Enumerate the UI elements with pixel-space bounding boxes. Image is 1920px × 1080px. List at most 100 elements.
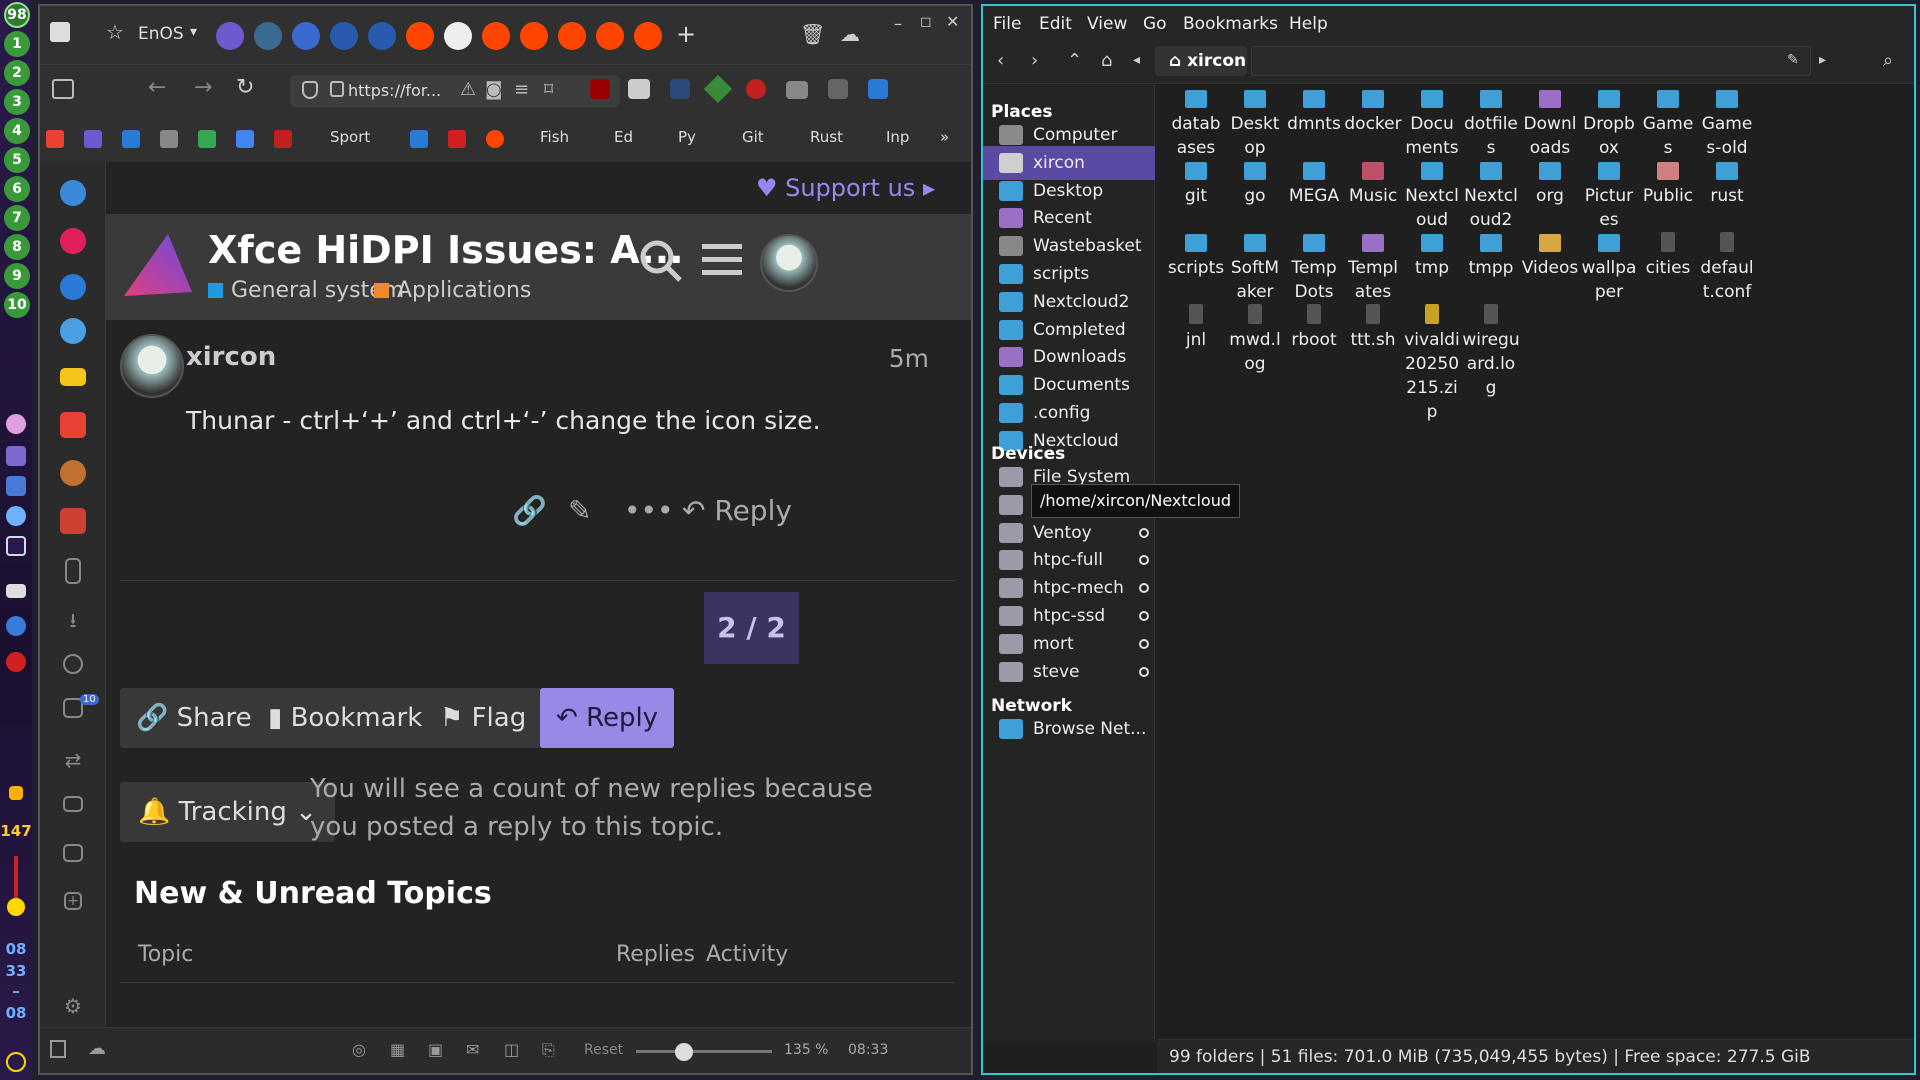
bookmark-m-icon[interactable] [448,130,466,148]
maximize-button[interactable]: ◻ [920,14,932,30]
volume-icon[interactable] [9,786,23,800]
workspace-98[interactable]: 98 [4,2,30,28]
tab-reddit-4[interactable] [558,22,586,50]
drive-icon[interactable] [6,584,26,598]
folder-tmpp[interactable]: tmpp [1462,228,1520,280]
menu-edit[interactable]: Edit [1039,14,1072,34]
bookmark-calendar-icon[interactable] [236,130,254,148]
search-icon[interactable] [638,238,684,284]
bookmark-jetbrains-icon[interactable] [410,130,428,148]
panel-toggle-icon[interactable] [50,1040,66,1058]
tab-gemini[interactable] [292,22,320,50]
tab-reddit-5[interactable] [596,22,624,50]
folder-git[interactable]: git [1167,156,1225,208]
page-actions-icon[interactable]: ⎘ [542,1040,555,1060]
tab-arch[interactable] [330,22,358,50]
post-author-avatar[interactable] [120,334,184,398]
user-avatar[interactable] [760,234,818,292]
network-browse[interactable]: Browse Net... [983,712,1155,746]
path-button-xircon[interactable]: ⌂ xircon [1155,46,1247,76]
new-tab-button[interactable]: + [676,20,696,48]
workspace-9[interactable]: 9 [4,263,30,289]
chevron-down-icon[interactable]: ▾ [190,24,197,40]
bookmark-folder-rust[interactable]: Rust [810,128,843,146]
workspace-8[interactable]: 8 [4,234,30,260]
tab-reddit[interactable] [406,22,434,50]
share-button[interactable]: 🔗 Share [120,688,268,748]
bookmark-red-icon[interactable] [274,130,292,148]
extension-red-icon[interactable] [746,79,766,99]
folder-nextcloud[interactable]: Nextcloud [1403,156,1461,232]
file-wireguard-log[interactable]: wireguard.log [1462,300,1520,400]
mega-icon[interactable] [6,652,26,672]
trash-icon[interactable]: 🗑 [800,22,825,46]
up-icon[interactable]: ⌃ [1067,50,1082,71]
column-topic[interactable]: Topic [138,942,193,967]
bookmark-store-icon[interactable] [160,130,178,148]
vivaldi-menu-icon[interactable] [50,22,70,42]
bookmark-gmail-icon[interactable] [46,130,64,148]
bookmark-folder-py[interactable]: Py [678,128,696,146]
folder-desktop[interactable]: Desktop [1226,84,1284,160]
lock-icon[interactable] [330,81,344,97]
file-mwd-log[interactable]: mwd.log [1226,300,1284,376]
folder-mega[interactable]: MEGA [1285,156,1343,208]
folder-dropbox[interactable]: Dropbox [1580,84,1638,160]
ublock-icon[interactable] [590,79,610,99]
file-cities[interactable]: cities [1639,228,1697,280]
path-left-arrow-icon[interactable]: ◂ [1133,52,1140,68]
menu-help[interactable]: Help [1289,14,1328,34]
mail-icon[interactable]: ✉ [466,1040,479,1059]
folder-dmnts[interactable]: dmnts [1285,84,1343,136]
chevron-right-icon[interactable]: » [940,128,949,146]
path-right-arrow-icon[interactable]: ▸ [1819,52,1826,68]
eject-icon[interactable] [1139,638,1149,649]
link-icon[interactable]: 🔗 [512,494,547,527]
rss-icon[interactable]: ◙ [485,79,502,100]
star-icon[interactable]: ☆ [106,20,124,44]
column-replies[interactable]: Replies [616,942,695,967]
bookmark-forum-icon[interactable] [84,130,102,148]
file-ttt-sh[interactable]: ttt.sh [1344,300,1402,352]
forward-icon[interactable]: › [1031,50,1038,71]
post-username[interactable]: xircon [186,342,276,372]
flower-icon[interactable] [6,414,26,434]
folder-tempdots[interactable]: TempDots [1285,228,1343,304]
tab-forum[interactable] [216,22,244,50]
wifi-icon[interactable] [6,536,26,556]
bookmark-folder-inp[interactable]: Inp [886,128,909,146]
bookmark-arch-icon[interactable] [122,130,140,148]
folder-scripts[interactable]: scripts [1167,228,1225,280]
sidebar-planet-icon[interactable] [60,274,86,300]
folder-docker[interactable]: docker [1344,84,1402,136]
folder-nextcloud2[interactable]: Nextcloud2 [1462,156,1520,232]
images-icon[interactable]: ▣ [428,1040,443,1059]
folder-games[interactable]: Games [1639,84,1697,160]
close-button[interactable]: ✕ [946,12,959,31]
zoom-slider-knob[interactable] [674,1043,693,1061]
bookmark-folder-git[interactable]: Git [742,128,764,146]
folder-music[interactable]: Music [1344,156,1402,208]
camera-icon[interactable] [786,81,808,99]
shield-icon[interactable] [302,81,318,99]
workspace-7[interactable]: 7 [4,205,30,231]
sidebar-gmail-icon[interactable] [60,412,86,438]
menu-view[interactable]: View [1087,14,1127,34]
reader-icon[interactable]: ≡ [514,79,529,100]
sidebar-mail-icon[interactable] [63,796,83,812]
folder-softmaker[interactable]: SoftMaker [1226,228,1284,304]
folder-go[interactable]: go [1226,156,1284,208]
folder-templates[interactable]: Templates [1344,228,1402,304]
cloud-icon[interactable] [6,506,26,526]
bookmark-page-icon[interactable]: ⌑ [544,79,553,100]
sidebar-history-icon[interactable] [63,654,83,674]
workspace-10[interactable]: 10 [4,292,30,318]
eject-icon[interactable] [1139,555,1149,566]
tab-reddit-2[interactable] [482,22,510,50]
capture-icon[interactable]: ◎ [352,1040,366,1059]
sidebar-calendar-icon[interactable] [63,844,83,862]
eject-icon[interactable] [1139,611,1149,621]
workspace-2[interactable]: 2 [4,60,30,86]
edit-icon[interactable]: ✎ [568,494,591,527]
topic-progress[interactable]: 2 / 2 [704,592,799,664]
